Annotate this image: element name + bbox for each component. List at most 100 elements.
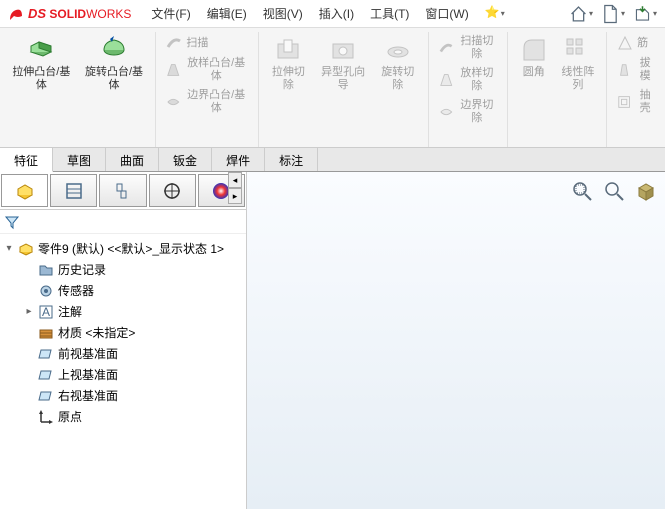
plane-icon	[38, 346, 54, 362]
loft-icon	[166, 62, 181, 78]
loft-button: 放样凸台/基体	[162, 54, 251, 86]
sidebar-tab-dimxpert[interactable]	[149, 174, 196, 207]
feature-tree-icon	[15, 181, 35, 201]
new-button[interactable]: ▾	[601, 2, 625, 26]
pattern-icon	[564, 36, 592, 64]
view-orientation-button[interactable]	[633, 178, 659, 204]
sidebar-nav-right[interactable]: ▸	[228, 188, 242, 204]
tree-origin[interactable]: 原点	[0, 406, 246, 427]
revolve-cut-icon	[384, 36, 412, 64]
tree-sensors[interactable]: 传感器	[0, 280, 246, 301]
menu-edit[interactable]: 编辑(E)	[207, 5, 247, 22]
tree-front-plane[interactable]: 前视基准面	[0, 343, 246, 364]
tab-sketch[interactable]: 草图	[53, 148, 106, 171]
save-button[interactable]: ▾	[633, 2, 657, 26]
tab-sheetmetal[interactable]: 钣金	[159, 148, 212, 171]
extrude-boss-button[interactable]: 拉伸凸台/基体	[6, 32, 77, 96]
shell-label: 抽壳	[635, 89, 655, 115]
graphics-viewport[interactable]	[247, 172, 665, 509]
shell-icon	[617, 94, 631, 110]
tab-annotate[interactable]: 标注	[265, 148, 318, 171]
boundary-cut-icon	[439, 104, 453, 120]
sweep-cut-button: 扫描切除	[435, 32, 501, 64]
tree-origin-label: 原点	[58, 408, 82, 425]
revolve-cut-label: 旋转切除	[378, 66, 418, 92]
origin-icon	[38, 409, 54, 425]
hole-icon	[329, 36, 357, 64]
plane-icon	[38, 388, 54, 404]
expander-icon[interactable]: ▸	[24, 306, 34, 317]
draft-button: 拔模	[613, 54, 659, 86]
revolve-label: 旋转凸台/基体	[83, 66, 146, 92]
ribbon: 拉伸凸台/基体 旋转凸台/基体 扫描 放样凸台/基体 边界凸台/基体 拉伸切除 …	[0, 28, 665, 148]
sweep-label: 扫描	[186, 37, 208, 50]
zoom-area-button[interactable]	[601, 178, 627, 204]
tree-annotations[interactable]: ▸A注解	[0, 301, 246, 322]
fillet-label: 圆角	[523, 66, 545, 79]
boundary-icon	[166, 94, 181, 110]
extrude-icon	[27, 36, 55, 64]
feature-tabs: 特征 草图 曲面 钣金 焊件 标注	[0, 148, 665, 172]
sweep-icon	[166, 35, 182, 51]
document-icon	[601, 3, 620, 25]
zoom-fit-button[interactable]	[569, 178, 595, 204]
part-icon	[18, 241, 34, 257]
svg-text:A: A	[42, 305, 50, 319]
content-area: ◂ ▸ ▾ 零件9 (默认) <<默认>_显示状态 1> 历史记录 传感器 ▸ A…	[0, 172, 665, 509]
tree-history[interactable]: 历史记录	[0, 259, 246, 280]
menu-insert[interactable]: 插入(I)	[319, 5, 354, 22]
sidebar-nav: ◂ ▸	[228, 172, 246, 204]
folder-icon	[38, 262, 54, 278]
tree-material[interactable]: 材质 <未指定>	[0, 322, 246, 343]
solidworks-logo-icon	[8, 6, 24, 22]
revolve-boss-button[interactable]: 旋转凸台/基体	[79, 32, 150, 96]
menu-window[interactable]: 窗口(W)	[425, 5, 468, 22]
logo-works: WORKS	[86, 7, 131, 21]
tab-feature[interactable]: 特征	[0, 148, 53, 172]
menu-tools[interactable]: 工具(T)	[370, 5, 409, 22]
sidebar-nav-left[interactable]: ◂	[228, 172, 242, 188]
menu-file[interactable]: 文件(F)	[151, 5, 190, 22]
sweep-cut-icon	[439, 40, 453, 56]
menu-bar: DS SOLIDWORKS 文件(F) 编辑(E) 视图(V) 插入(I) 工具…	[0, 0, 665, 28]
tab-weld[interactable]: 焊件	[212, 148, 265, 171]
ribbon-group-cut: 拉伸切除 异型孔向导 旋转切除	[259, 32, 429, 147]
sidebar-tab-property[interactable]	[50, 174, 97, 207]
boundary-cut-button: 边界切除	[435, 96, 501, 128]
tree-right-plane[interactable]: 右视基准面	[0, 385, 246, 406]
draft-icon	[617, 62, 631, 78]
tab-surface[interactable]: 曲面	[106, 148, 159, 171]
revolve-cut-button: 旋转切除	[374, 32, 422, 96]
boundary-cut-label: 边界切除	[457, 99, 497, 125]
extrude-cut-button: 拉伸切除	[265, 32, 313, 96]
logo-solid: SOLID	[49, 7, 86, 21]
boundary-button: 边界凸台/基体	[162, 86, 251, 118]
view-cube-icon	[635, 180, 657, 202]
menu-view[interactable]: 视图(V)	[263, 5, 303, 22]
tree-root[interactable]: ▾ 零件9 (默认) <<默认>_显示状态 1>	[0, 238, 246, 259]
ribbon-group-rib: 筋 拔模 抽壳	[607, 32, 665, 147]
sweep-button: 扫描	[162, 32, 251, 54]
fillet-button: 圆角	[514, 32, 554, 96]
extrude-cut-label: 拉伸切除	[269, 66, 309, 92]
config-icon	[113, 181, 133, 201]
sweep-cut-label: 扫描切除	[457, 35, 497, 61]
menu-more[interactable]: ⭐▾	[485, 5, 505, 22]
sidebar-tab-config[interactable]	[99, 174, 146, 207]
feature-tree: ▾ 零件9 (默认) <<默认>_显示状态 1> 历史记录 传感器 ▸A注解 材…	[0, 234, 246, 509]
sidebar-tab-feature-tree[interactable]	[1, 174, 48, 207]
fillet-icon	[520, 36, 548, 64]
filter-icon[interactable]	[4, 214, 20, 230]
sidebar-filter-bar	[0, 210, 246, 234]
pattern-label: 线性阵列	[560, 66, 596, 92]
view-tools	[569, 178, 659, 204]
menu-right: ▾ ▾ ▾	[569, 2, 657, 26]
expander-icon[interactable]: ▾	[4, 243, 14, 254]
home-button[interactable]: ▾	[569, 2, 593, 26]
tree-front-label: 前视基准面	[58, 345, 118, 362]
ribbon-group-boss: 拉伸凸台/基体 旋转凸台/基体	[0, 32, 156, 147]
tree-top-plane[interactable]: 上视基准面	[0, 364, 246, 385]
feature-manager-panel: ◂ ▸ ▾ 零件9 (默认) <<默认>_显示状态 1> 历史记录 传感器 ▸ A…	[0, 172, 247, 509]
annotation-icon: A	[38, 304, 54, 320]
zoom-area-icon	[603, 180, 625, 202]
